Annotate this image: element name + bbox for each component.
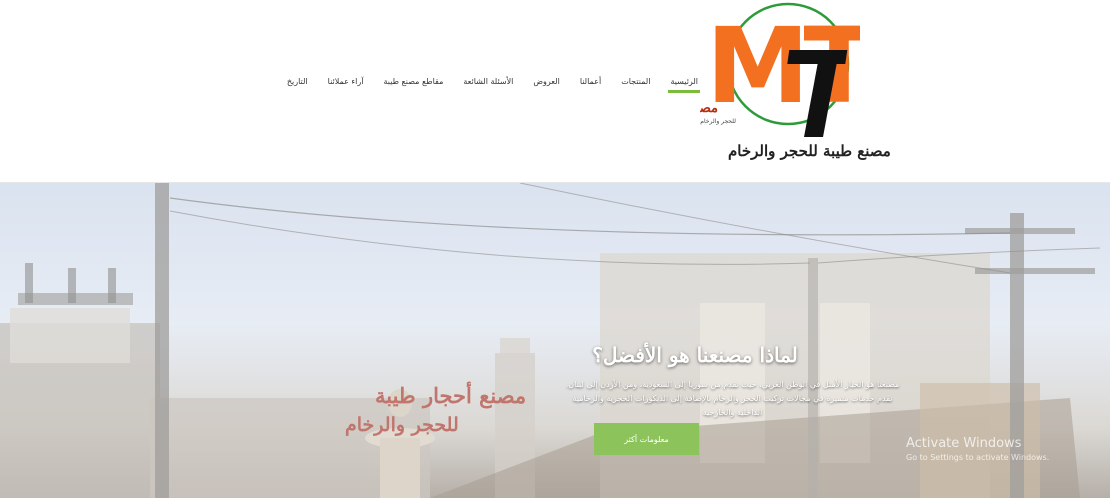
- nav-item-offers[interactable]: العروض: [529, 75, 563, 88]
- nav-item-testimonials[interactable]: آراء عملائنا: [324, 75, 368, 88]
- site-header: الرئيسية المنتجات أعمالنا العروض الأسئلة…: [0, 0, 1110, 183]
- activate-title: Activate Windows: [906, 436, 1022, 451]
- activate-windows-watermark: Activate Windows Go to Settings to activ…: [906, 436, 1049, 462]
- logo-caption: مصنع طيبة للحجر والرخام: [728, 142, 891, 160]
- nav-item-videos[interactable]: مقاطع مصنع طيبة: [380, 75, 448, 88]
- hero-text: مصنعنا هو الخيار الأمثل في الوطن العربي،…: [565, 380, 900, 417]
- main-nav: الرئيسية المنتجات أعمالنا العروض الأسئلة…: [287, 70, 702, 93]
- nav-item-faq[interactable]: الأسئلة الشائعة: [459, 75, 517, 88]
- nav-item-home[interactable]: الرئيسية: [666, 75, 702, 93]
- activate-subtitle: Go to Settings to activate Windows.: [906, 453, 1050, 462]
- nav-item-products[interactable]: المنتجات: [617, 75, 654, 88]
- hero-section: مصنع أحجار طيبة للحجر والرخام لماذا مصنع…: [0, 183, 1110, 498]
- site-logo[interactable]: MT مصنع طيبة للحجر والرخام مصنع طيبة للح…: [700, 2, 891, 174]
- more-info-button[interactable]: معلومات أكثر: [594, 423, 699, 455]
- logo-t-bar: [787, 50, 848, 64]
- hero-title: لماذا مصنعنا هو الأفضل؟: [592, 343, 798, 367]
- logo-mark: MT مصنع طيبة للحجر والرخام: [700, 2, 860, 137]
- nav-item-history[interactable]: التاريخ: [283, 75, 312, 88]
- logo-arabic-sub: للحجر والرخام: [700, 118, 736, 125]
- logo-letter-m: MT: [706, 5, 860, 127]
- nav-item-works[interactable]: أعمالنا: [576, 75, 605, 88]
- logo-arabic-mark: مصنع طيبة: [700, 101, 718, 116]
